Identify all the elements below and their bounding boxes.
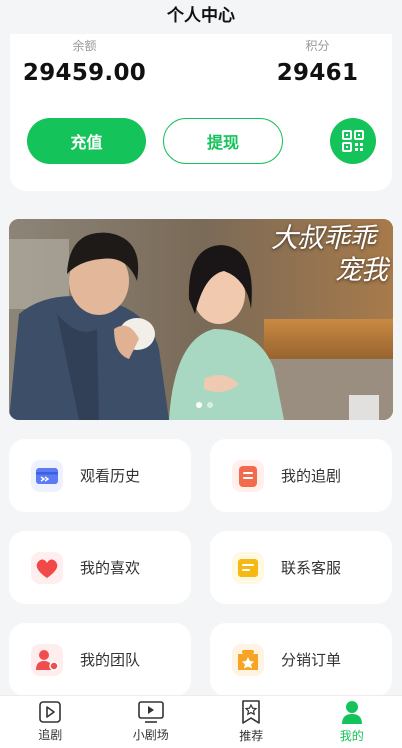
user-icon [341,701,362,724]
page-header: 个人中心 [0,0,402,34]
menu-label: 观看历史 [80,467,141,485]
wallet-card: 余额 29459.00 积分 29461 充值 提现 [10,34,392,191]
following-list-icon [232,459,264,492]
balance-value: 29459.00 [22,60,147,86]
promo-banner[interactable]: 大叔乖乖 宠我 [9,219,393,420]
tab-follow[interactable]: 追剧 [0,696,101,748]
balance-stat: 余额 29459.00 [22,37,147,86]
banner-pagination [196,402,213,408]
menu-label: 我的追剧 [281,467,342,485]
tab-label: 我的 [339,729,364,743]
heart-icon [31,551,63,584]
distribution-order-icon [232,643,264,676]
tv-icon [137,701,164,723]
qr-code-icon [342,130,364,152]
bottom-tab-bar: 追剧 小剧场 推荐 我的 [0,695,402,748]
menu-my-following[interactable]: 我的追剧 [210,439,392,512]
play-icon [39,701,62,723]
withdraw-button[interactable]: 提现 [163,118,283,164]
menu-my-likes[interactable]: 我的喜欢 [9,531,191,604]
menu-label: 我的团队 [80,651,141,669]
points-value: 29461 [276,60,359,86]
tab-mine[interactable]: 我的 [302,696,402,748]
customer-service-icon [232,551,264,584]
banner-title: 大叔乖乖 宠我 [271,223,388,287]
menu-label: 我的喜欢 [80,559,141,577]
star-bookmark-icon [242,700,261,724]
banner-title-line1: 大叔乖乖 [271,223,376,254]
qr-code-button[interactable] [330,118,376,164]
menu-customer-service[interactable]: 联系客服 [210,531,392,604]
team-icon [31,643,63,676]
tab-mini-theater[interactable]: 小剧场 [101,696,202,748]
tab-label: 推荐 [239,729,264,743]
history-icon [31,459,63,492]
points-label: 积分 [305,39,330,53]
page-title: 个人中心 [167,5,235,26]
recharge-button[interactable]: 充值 [27,118,146,164]
banner-title-line2: 宠我 [335,255,388,286]
menu-distribution-orders[interactable]: 分销订单 [210,623,392,696]
menu-watch-history[interactable]: 观看历史 [9,439,191,512]
tab-recommend[interactable]: 推荐 [201,696,302,748]
menu-label: 分销订单 [281,651,342,669]
banner-dot[interactable] [207,402,213,408]
menu-my-team[interactable]: 我的团队 [9,623,191,696]
banner-dot[interactable] [196,402,202,408]
points-stat: 积分 29461 [260,37,375,86]
balance-label: 余额 [72,39,97,53]
tab-label: 追剧 [38,728,63,742]
tab-label: 小剧场 [132,728,169,742]
menu-label: 联系客服 [281,559,342,577]
